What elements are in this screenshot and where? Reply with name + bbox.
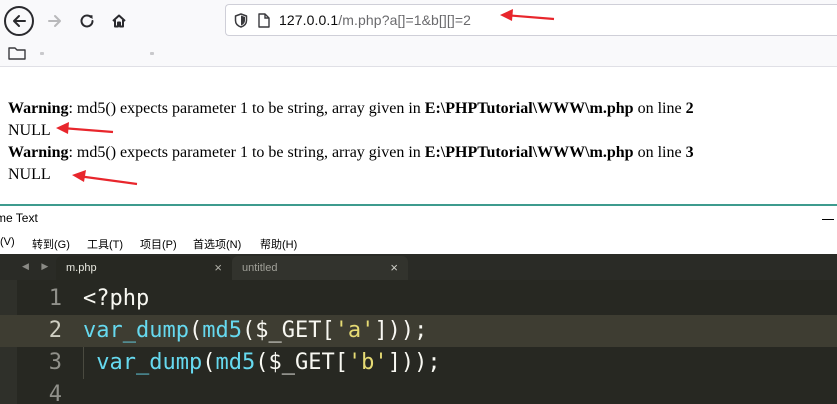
- code-punct: ]));: [374, 318, 428, 343]
- menu-help[interactable]: 帮助(H): [260, 236, 297, 252]
- tab-bar: ◀ ▶ m.php × untitled ×: [0, 254, 837, 280]
- url-host: 127.0.0.1: [279, 12, 339, 28]
- null-annotation-arrow: [56, 122, 114, 134]
- code-function: var_dump: [96, 350, 203, 375]
- close-icon[interactable]: ×: [390, 260, 398, 275]
- code-function: md5: [215, 350, 256, 375]
- code-line: 1 <?php: [0, 283, 837, 315]
- code-punct: ]));: [387, 350, 441, 375]
- editor-titlebar: me Text: [0, 206, 837, 232]
- folder-icon[interactable]: [8, 46, 26, 60]
- browser-window: 127.0.0.1/m.php?a[]=1&b[][]=2 Warning: m…: [0, 0, 837, 204]
- minimize-icon[interactable]: [822, 219, 834, 220]
- code-function: md5: [202, 318, 242, 343]
- url-annotation-arrow: [500, 9, 555, 21]
- line-number: 1: [48, 286, 62, 311]
- menu-preferences[interactable]: 首选项(N): [193, 236, 241, 252]
- shield-icon[interactable]: [234, 12, 248, 28]
- warning-line: Warning: md5() expects parameter 1 to be…: [8, 98, 694, 120]
- code-punct: ($_GET[: [241, 318, 335, 343]
- bookmark-item[interactable]: [150, 52, 154, 55]
- warning-line-number: 2: [685, 100, 694, 117]
- back-button[interactable]: [4, 6, 34, 36]
- forward-button[interactable]: [40, 6, 70, 36]
- code-line: 4: [0, 379, 837, 404]
- code-text: var_dump(md5($_GET['a']));: [83, 315, 427, 347]
- warning-message: : md5() expects parameter 1 to be string…: [68, 144, 425, 161]
- warning-label: Warning: [8, 144, 69, 161]
- warning-on-line: on line: [633, 100, 686, 117]
- code-punct: (: [202, 350, 216, 375]
- code-line-current: 2 var_dump(md5($_GET['a']));: [0, 315, 837, 347]
- warning-on-line: on line: [633, 144, 686, 161]
- menu-goto[interactable]: 转到(G): [32, 236, 70, 252]
- indent-guide: [83, 347, 84, 379]
- url-path: /m.php?a[]=1&b[][]=2: [338, 12, 472, 28]
- tab-nav-arrows[interactable]: ◀ ▶: [22, 261, 53, 272]
- warning-line-number: 3: [685, 144, 694, 161]
- home-icon: [112, 14, 126, 28]
- line-number: 3: [48, 350, 62, 375]
- url-text[interactable]: 127.0.0.1/m.php?a[]=1&b[][]=2: [279, 12, 471, 28]
- code-line: 3 var_dump(md5($_GET['b']));: [0, 347, 837, 379]
- tab-m-php[interactable]: m.php ×: [56, 256, 232, 280]
- tab-label: untitled: [242, 262, 278, 274]
- home-button[interactable]: [104, 6, 134, 36]
- close-icon[interactable]: ×: [214, 260, 222, 275]
- null-annotation-arrow: [72, 170, 138, 186]
- code-function: var_dump: [83, 318, 189, 343]
- bookmark-item[interactable]: [40, 52, 44, 55]
- tab-untitled[interactable]: untitled ×: [232, 256, 408, 280]
- warning-file: E:\PHPTutorial\WWW\m.php: [424, 144, 634, 161]
- code-text: <?php: [83, 286, 150, 311]
- warning-label: Warning: [8, 100, 69, 117]
- code-editor[interactable]: 1 <?php 2 var_dump(md5($_GET['a'])); 3 v…: [0, 280, 837, 404]
- page-icon[interactable]: [258, 12, 270, 28]
- code-punct: (: [188, 318, 203, 343]
- reload-icon: [80, 14, 94, 28]
- back-icon: [13, 15, 26, 27]
- line-number: 2: [48, 318, 62, 343]
- menu-view[interactable]: (V): [0, 236, 15, 248]
- line-number: 4: [48, 382, 62, 404]
- menu-project[interactable]: 项目(P): [140, 236, 177, 252]
- code-string: 'b': [347, 350, 388, 375]
- window-title: me Text: [0, 211, 38, 225]
- forward-icon: [48, 15, 61, 27]
- code-string: 'a': [334, 318, 375, 343]
- menu-tools[interactable]: 工具(T): [87, 236, 123, 252]
- browser-toolbar: 127.0.0.1/m.php?a[]=1&b[][]=2: [0, 0, 837, 42]
- code-text: var_dump(md5($_GET['b']));: [83, 347, 441, 379]
- tab-label: m.php: [66, 262, 97, 274]
- menu-bar: (V) 转到(G) 工具(T) 项目(P) 首选项(N) 帮助(H): [0, 232, 837, 254]
- warning-file: E:\PHPTutorial\WWW\m.php: [424, 100, 634, 117]
- reload-button[interactable]: [72, 6, 102, 36]
- bookmarks-bar: [0, 42, 837, 67]
- warning-message: : md5() expects parameter 1 to be string…: [68, 100, 425, 117]
- code-punct: ($_GET[: [255, 350, 348, 375]
- warning-line: Warning: md5() expects parameter 1 to be…: [8, 142, 694, 164]
